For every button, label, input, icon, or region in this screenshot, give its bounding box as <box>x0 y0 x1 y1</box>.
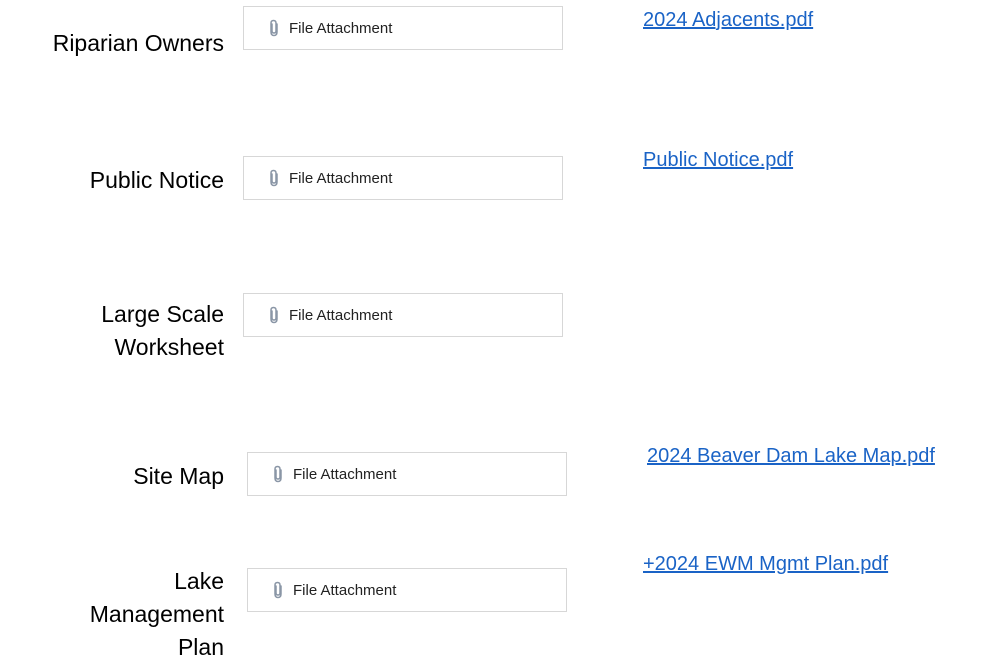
file-attachment-label: File Attachment <box>293 581 397 599</box>
label-line: Management <box>89 601 224 627</box>
label-line: Large Scale <box>101 301 224 327</box>
paperclip-icon <box>268 169 280 187</box>
file-attachment-public-notice[interactable]: File Attachment <box>243 156 563 200</box>
label-public-notice: Public Notice <box>90 166 224 194</box>
label-large-scale-worksheet: Large Scale Worksheet <box>101 298 224 364</box>
paperclip-icon <box>268 19 280 37</box>
label-site-map: Site Map <box>133 462 224 490</box>
file-attachment-label: File Attachment <box>289 169 393 187</box>
file-attachment-large-scale-worksheet[interactable]: File Attachment <box>243 293 563 337</box>
label-lake-management-plan: Lake Management Plan <box>90 565 224 664</box>
label-line: Plan <box>177 634 224 660</box>
file-attachment-label: File Attachment <box>293 465 397 483</box>
file-attachment-site-map[interactable]: File Attachment <box>247 452 567 496</box>
link-2024-ewm-mgmt-plan[interactable]: +2024 EWM Mgmt Plan.pdf <box>643 552 888 576</box>
file-attachment-label: File Attachment <box>289 306 393 324</box>
file-attachment-riparian-owners[interactable]: File Attachment <box>243 6 563 50</box>
link-2024-adjacents[interactable]: 2024 Adjacents.pdf <box>643 8 813 32</box>
label-text: Public Notice <box>89 167 224 193</box>
label-line: Worksheet <box>114 334 224 360</box>
label-text: Site Map <box>133 463 224 489</box>
paperclip-icon <box>272 581 284 599</box>
label-text: Riparian Owners <box>52 30 224 56</box>
link-2024-beaver-dam-lake-map[interactable]: 2024 Beaver Dam Lake Map.pdf <box>647 444 935 468</box>
label-line: Lake <box>174 568 224 594</box>
label-riparian-owners: Riparian Owners <box>53 29 224 57</box>
file-attachment-label: File Attachment <box>289 19 393 37</box>
paperclip-icon <box>268 306 280 324</box>
link-public-notice[interactable]: Public Notice.pdf <box>643 148 793 172</box>
paperclip-icon <box>272 465 284 483</box>
file-attachment-lake-management-plan[interactable]: File Attachment <box>247 568 567 612</box>
